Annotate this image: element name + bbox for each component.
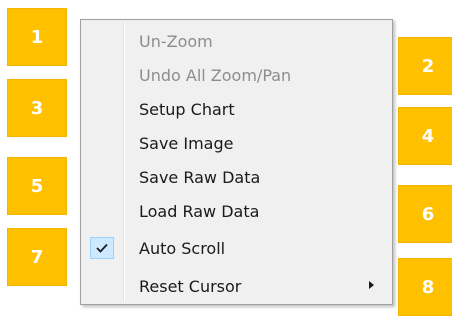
menu-item-save-image[interactable]: Save Image: [83, 126, 390, 160]
callout-badge-5: 5: [7, 157, 67, 215]
callout-badge-7: 7: [7, 228, 67, 286]
menu-item-load-raw-data[interactable]: Load Raw Data: [83, 194, 390, 228]
callout-badge-4: 4: [398, 107, 452, 165]
menu-item-undo-all-zoom-pan[interactable]: Undo All Zoom/Pan: [83, 58, 390, 92]
menu-item-label: Save Raw Data: [139, 167, 261, 187]
callout-badge-1: 1: [7, 8, 67, 66]
menu-item-label: Reset Cursor: [139, 276, 242, 296]
menu-item-label: Save Image: [139, 133, 234, 153]
menu-item-reset-cursor[interactable]: Reset Cursor: [83, 269, 390, 303]
menu-item-label: Load Raw Data: [139, 201, 260, 221]
menu-item-auto-scroll[interactable]: Auto Scroll: [83, 231, 390, 265]
submenu-arrow-icon: [369, 281, 374, 289]
chart-context-menu: Un-Zoom Undo All Zoom/Pan Setup Chart Sa…: [80, 19, 393, 305]
menu-item-setup-chart[interactable]: Setup Chart: [83, 92, 390, 126]
checkmark-icon: [90, 237, 114, 259]
menu-item-label: Undo All Zoom/Pan: [139, 65, 292, 85]
menu-item-save-raw-data[interactable]: Save Raw Data: [83, 160, 390, 194]
callout-badge-3: 3: [7, 79, 67, 137]
menu-item-label: Un-Zoom: [139, 31, 213, 51]
callout-badge-2: 2: [398, 37, 452, 95]
menu-item-label: Setup Chart: [139, 99, 235, 119]
menu-item-un-zoom[interactable]: Un-Zoom: [83, 24, 390, 58]
menu-item-label: Auto Scroll: [139, 238, 226, 258]
callout-badge-6: 6: [398, 185, 452, 243]
callout-badge-8: 8: [398, 258, 452, 316]
